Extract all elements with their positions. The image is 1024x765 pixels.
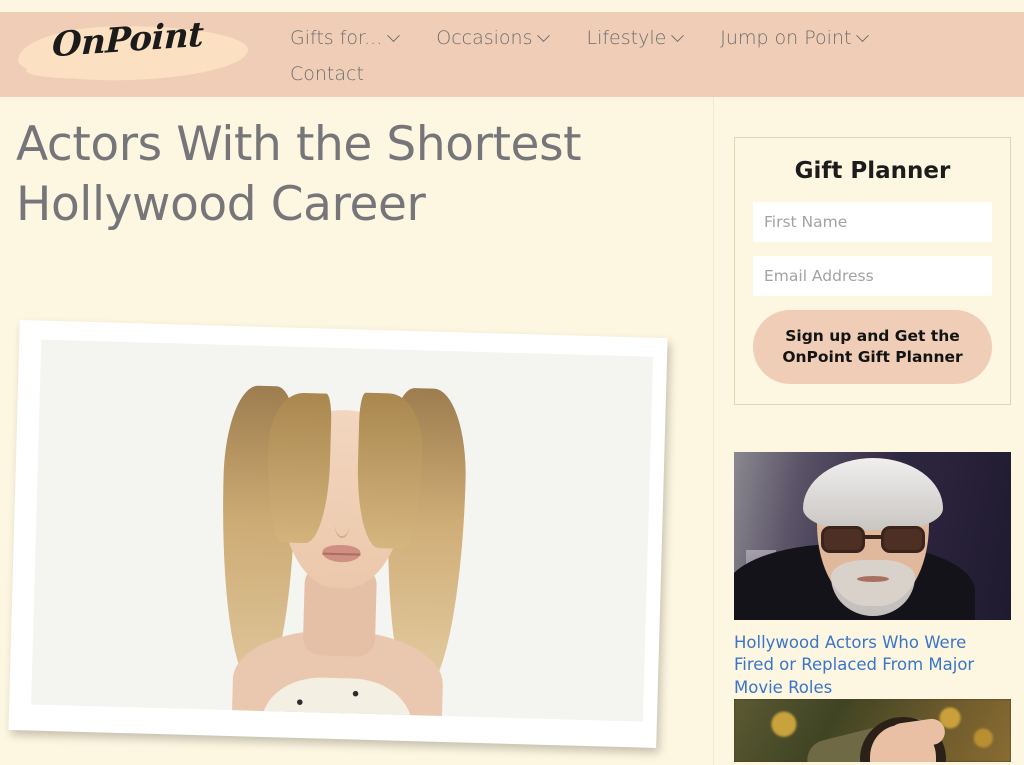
nav-item-label: Contact <box>290 63 364 85</box>
gift-planner-widget: Gift Planner Sign up and Get the OnPoint… <box>734 137 1011 405</box>
promo-link-1[interactable]: Hollywood Actors Who Were Fired or Repla… <box>734 632 1011 699</box>
chevron-down-icon <box>387 28 401 42</box>
nav-item-occasions[interactable]: Occasions <box>436 20 551 56</box>
chevron-down-icon <box>856 28 870 42</box>
chevron-down-icon <box>671 28 685 42</box>
sidebar: Gift Planner Sign up and Get the OnPoint… <box>714 97 1024 765</box>
nav-item-label: Jump on Point <box>720 27 852 49</box>
promo-card-1: Hollywood Actors Who Were Fired or Repla… <box>734 452 1011 699</box>
site-header: OnPoint Gifts for... Occasions Lifestyle… <box>0 12 1024 97</box>
polaroid-frame <box>8 320 668 748</box>
first-name-input[interactable] <box>753 202 992 242</box>
nav-item-gifts-for[interactable]: Gifts for... <box>290 20 401 56</box>
signup-button[interactable]: Sign up and Get the OnPoint Gift Planner <box>753 310 992 384</box>
nav-item-label: Lifestyle <box>586 27 667 49</box>
page-title: Actors With the Shortest Hollywood Caree… <box>16 117 582 233</box>
nav-item-label: Occasions <box>436 27 533 49</box>
portrait-illustration <box>177 344 507 722</box>
main-navigation: Gifts for... Occasions Lifestyle Jump on… <box>290 20 1010 97</box>
nav-item-jump-on-point[interactable]: Jump on Point <box>720 20 870 56</box>
hero-image <box>31 339 654 722</box>
hero-image-frame <box>8 320 668 748</box>
chevron-down-icon <box>537 28 551 42</box>
top-strip <box>0 0 1024 12</box>
nav-item-contact[interactable]: Contact <box>290 56 364 92</box>
promo-card-2 <box>734 699 1011 762</box>
brand-logo[interactable]: OnPoint <box>0 12 265 97</box>
page-root: OnPoint Gifts for... Occasions Lifestyle… <box>0 0 1024 765</box>
email-input[interactable] <box>753 256 992 296</box>
promo-thumbnail-2[interactable] <box>734 699 1011 762</box>
nav-item-label: Gifts for... <box>290 27 383 49</box>
nav-item-lifestyle[interactable]: Lifestyle <box>586 20 685 56</box>
gift-planner-title: Gift Planner <box>794 158 951 184</box>
main-content: Actors With the Shortest Hollywood Caree… <box>0 97 713 765</box>
promo-thumbnail-1[interactable] <box>734 452 1011 620</box>
